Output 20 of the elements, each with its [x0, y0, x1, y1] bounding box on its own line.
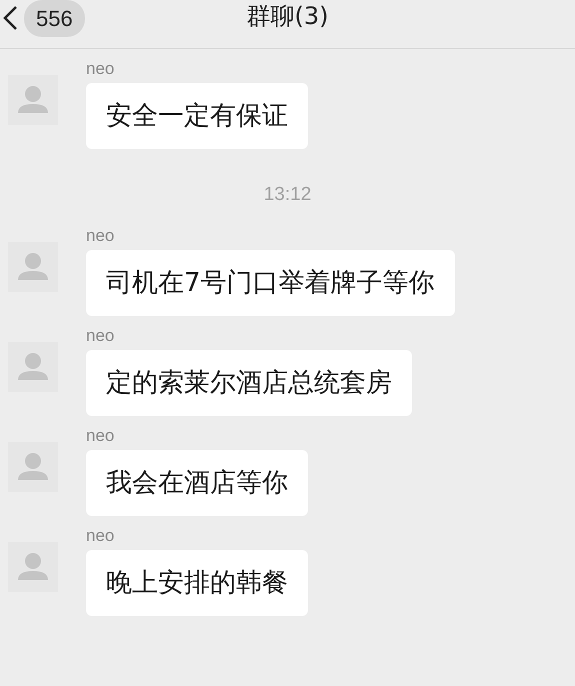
sender-name: neo — [86, 526, 116, 546]
message-bubble: 安全一定有保证 — [86, 83, 308, 149]
unread-count: 556 — [24, 0, 85, 36]
sender-name: neo — [86, 326, 116, 346]
avatar[interactable] — [8, 442, 58, 492]
avatar[interactable] — [8, 542, 58, 592]
sender-name: neo — [86, 226, 116, 246]
message-bubble: 我会在酒店等你 — [86, 450, 308, 516]
sender-name: neo — [86, 59, 116, 79]
sender-name: neo — [86, 426, 116, 446]
avatar[interactable] — [8, 342, 58, 392]
back-button[interactable]: 556 — [2, 0, 85, 36]
message-bubble: 晚上安排的韩餐 — [86, 550, 308, 616]
avatar[interactable] — [8, 242, 58, 292]
back-icon — [2, 5, 18, 31]
message-bubble: 司机在7号门口举着牌子等你 — [86, 250, 455, 316]
avatar[interactable] — [8, 75, 58, 125]
message-bubble: 定的索莱尔酒店总统套房 — [86, 350, 412, 416]
chat-title: 群聊(3) — [246, 1, 328, 32]
timestamp: 13:12 — [264, 183, 312, 207]
